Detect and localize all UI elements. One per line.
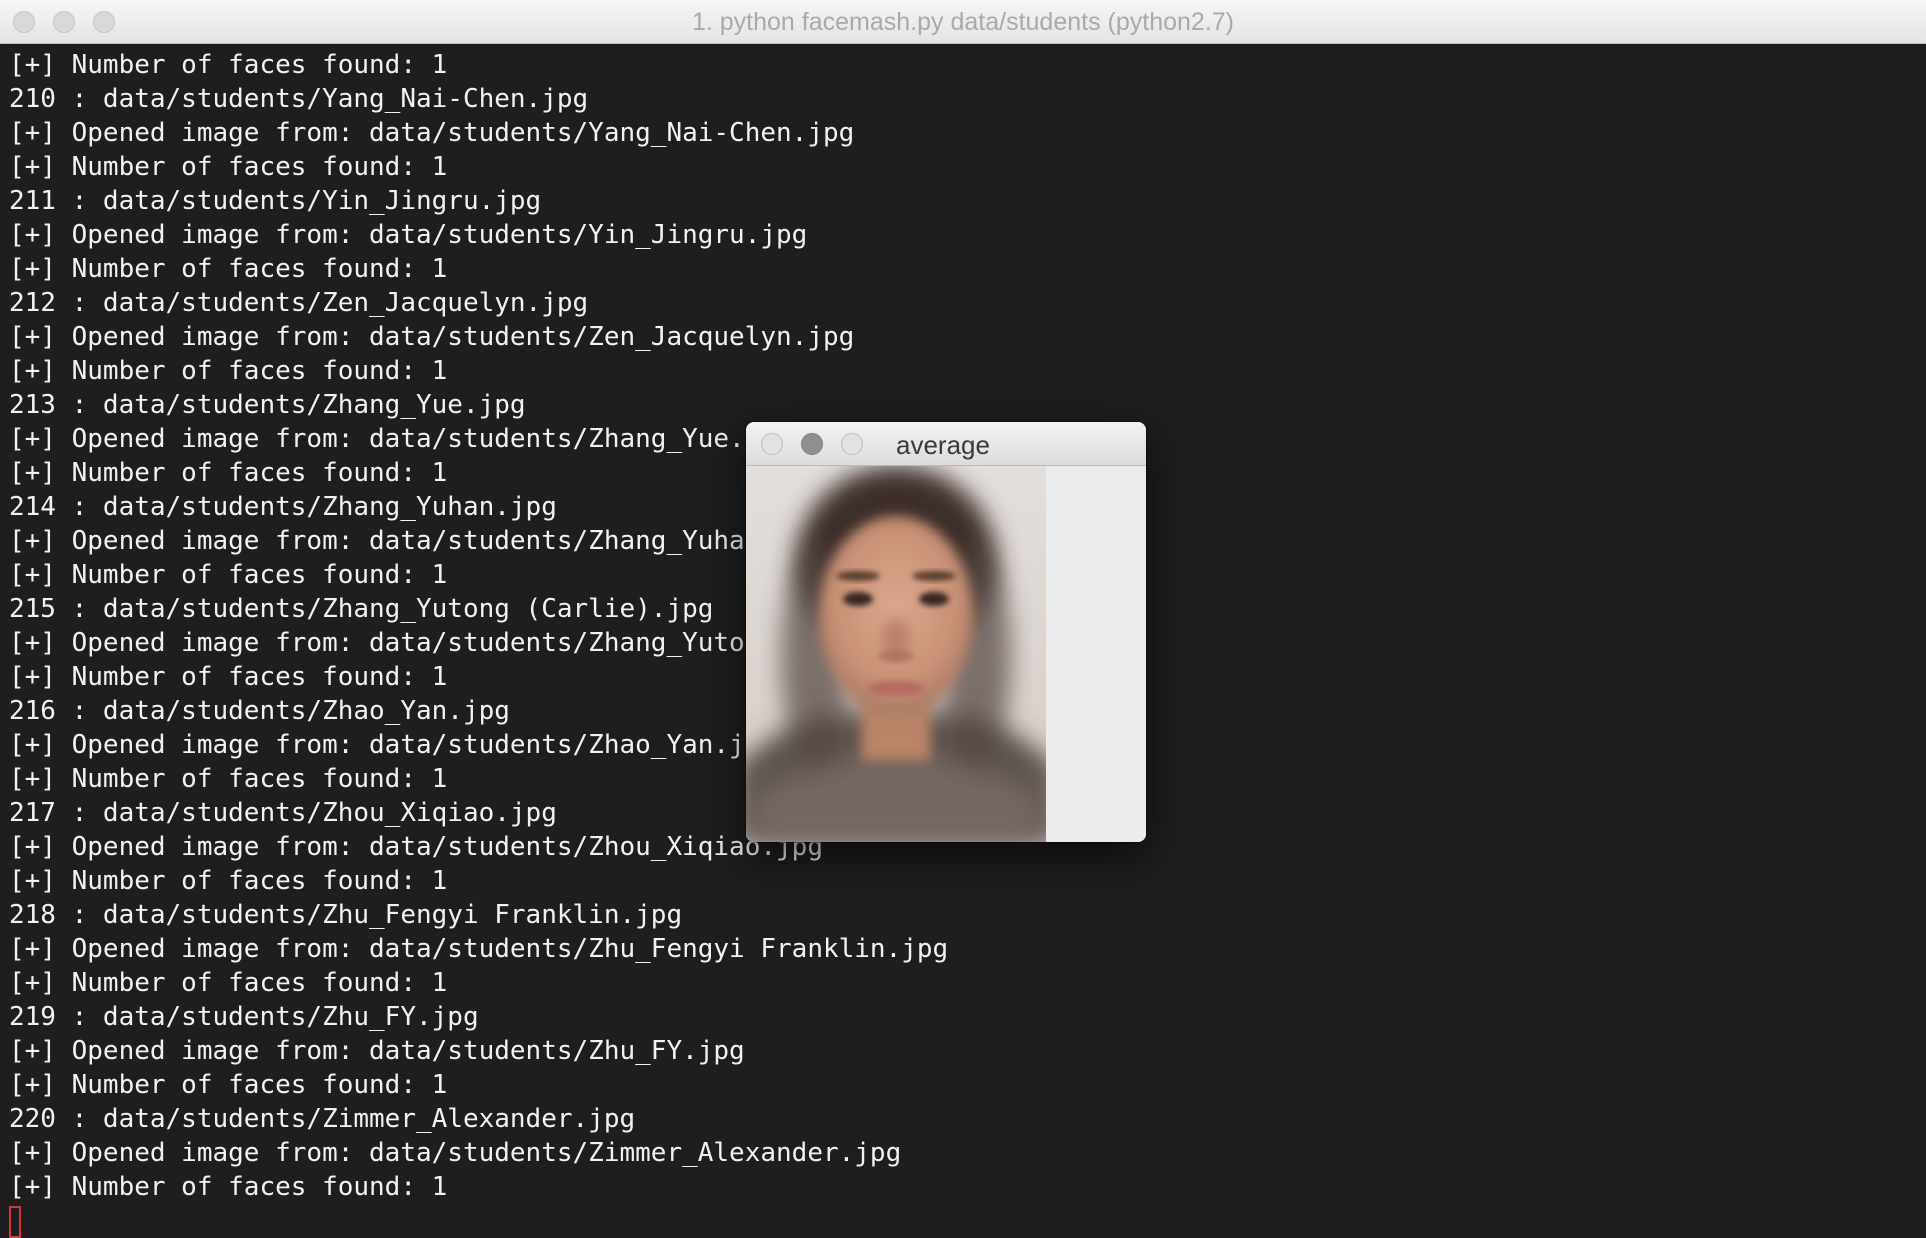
terminal-line: [+] Opened image from: data/students/Yan… — [9, 118, 855, 148]
terminal-line: 211 : data/students/Yin_Jingru.jpg — [9, 186, 542, 216]
terminal-line: 219 : data/students/Zhu_FY.jpg — [9, 1002, 479, 1032]
close-window-button[interactable] — [761, 433, 783, 455]
terminal-line: [+] Number of faces found: 1 — [9, 1172, 448, 1202]
terminal-line: [+] Number of faces found: 1 — [9, 1070, 448, 1100]
terminal-line: [+] Number of faces found: 1 — [9, 50, 448, 80]
terminal-line: [+] Number of faces found: 1 — [9, 152, 448, 182]
average-window-title: average — [896, 430, 990, 460]
terminal-line: [+] Number of faces found: 1 — [9, 254, 448, 284]
average-window-titlebar[interactable]: average — [746, 422, 1146, 466]
terminal-line: [+] Opened image from: data/students/Zim… — [9, 1138, 902, 1168]
terminal-line: [+] Number of faces found: 1 — [9, 356, 448, 386]
terminal-titlebar[interactable]: 1. python facemash.py data/students (pyt… — [0, 0, 1926, 44]
terminal-line: 210 : data/students/Yang_Nai-Chen.jpg — [9, 84, 589, 114]
terminal-line: 212 : data/students/Zen_Jacquelyn.jpg — [9, 288, 589, 318]
terminal-line: [+] Opened image from: data/students/Yin… — [9, 220, 808, 250]
terminal-line: [+] Opened image from: data/students/Zhu… — [9, 1036, 745, 1066]
minimize-window-button[interactable] — [801, 433, 823, 455]
averaged-face-image — [746, 466, 1046, 842]
terminal-line: [+] Number of faces found: 1 — [9, 866, 448, 896]
average-window-content — [746, 466, 1146, 842]
terminal-title: 1. python facemash.py data/students (pyt… — [691, 8, 1234, 36]
terminal-cursor — [9, 1206, 21, 1238]
terminal-line: 218 : data/students/Zhu_Fengyi Franklin.… — [9, 900, 683, 930]
terminal-line: [+] Opened image from: data/students/Zhu… — [9, 934, 949, 964]
zoom-window-button[interactable] — [841, 433, 863, 455]
terminal-line: 213 : data/students/Zhang_Yue.jpg — [9, 390, 526, 420]
terminal-line: [+] Opened image from: data/students/Zen… — [9, 322, 855, 352]
average-image-window[interactable]: average — [746, 422, 1146, 842]
terminal-line: 220 : data/students/Zimmer_Alexander.jpg — [9, 1104, 636, 1134]
terminal-line: [+] Number of faces found: 1 — [9, 968, 448, 998]
